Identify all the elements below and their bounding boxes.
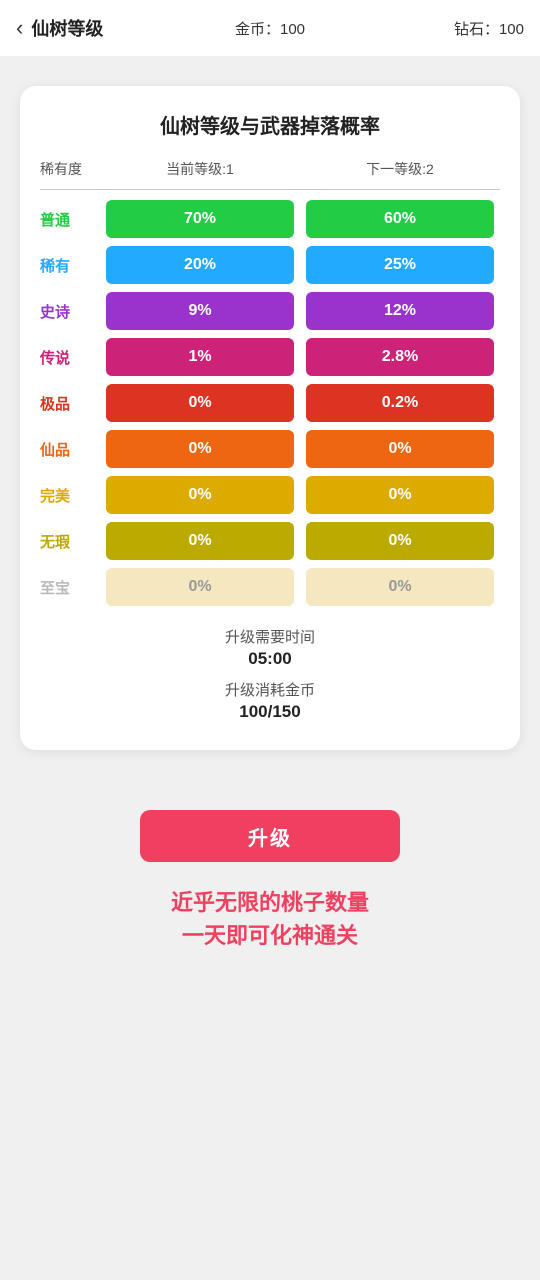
promo-line1: 近乎无限的桃子数量 xyxy=(171,886,369,919)
table-header: 稀有度 当前等级:1 下一等级:2 xyxy=(40,159,500,179)
next-bar-cell: 60% xyxy=(300,200,500,238)
table-row: 至宝 0% 0% xyxy=(40,568,500,606)
col-current-header: 当前等级:1 xyxy=(100,159,300,179)
current-bar-cell: 0% xyxy=(100,522,300,560)
next-bar: 0.2% xyxy=(306,384,494,422)
col-next-header: 下一等级:2 xyxy=(300,159,500,179)
upgrade-button[interactable]: 升级 xyxy=(140,810,400,862)
next-bar: 2.8% xyxy=(306,338,494,376)
col-rarity-header: 稀有度 xyxy=(40,159,100,179)
table-row: 传说 1% 2.8% xyxy=(40,338,500,376)
table-row: 普通 70% 60% xyxy=(40,200,500,238)
upgrade-cost-label: 升级消耗金币 xyxy=(40,679,500,700)
next-bar-cell: 0% xyxy=(300,430,500,468)
table-row: 史诗 9% 12% xyxy=(40,292,500,330)
table-row: 稀有 20% 25% xyxy=(40,246,500,284)
current-bar: 1% xyxy=(106,338,294,376)
coins-display: 金币：100 xyxy=(235,18,305,39)
current-bar: 0% xyxy=(106,384,294,422)
table-body: 普通 70% 60% 稀有 20% 25% 史诗 9% 12% 传说 1% 2.8% 极品 0% 0.2% 仙… xyxy=(40,200,500,606)
rarity-label: 仙品 xyxy=(40,439,100,460)
table-row: 仙品 0% 0% xyxy=(40,430,500,468)
current-bar-cell: 20% xyxy=(100,246,300,284)
current-bar: 0% xyxy=(106,476,294,514)
rarity-label: 至宝 xyxy=(40,577,100,598)
table-row: 无瑕 0% 0% xyxy=(40,522,500,560)
info-card: 仙树等级与武器掉落概率 稀有度 当前等级:1 下一等级:2 普通 70% 60% 稀有… xyxy=(20,86,520,750)
bottom-area: 升级 近乎无限的桃子数量 一天即可化神通关 xyxy=(0,770,540,972)
current-bar: 9% xyxy=(106,292,294,330)
current-bar: 70% xyxy=(106,200,294,238)
next-bar-cell: 12% xyxy=(300,292,500,330)
next-bar: 25% xyxy=(306,246,494,284)
next-bar-cell: 0% xyxy=(300,568,500,606)
upgrade-cost-value: 100/150 xyxy=(40,702,500,722)
card-title: 仙树等级与武器掉落概率 xyxy=(40,110,500,139)
current-bar-cell: 1% xyxy=(100,338,300,376)
rarity-label: 极品 xyxy=(40,393,100,414)
next-bar-cell: 0.2% xyxy=(300,384,500,422)
rarity-label: 稀有 xyxy=(40,255,100,276)
next-bar: 0% xyxy=(306,522,494,560)
next-bar: 0% xyxy=(306,430,494,468)
upgrade-info: 升级需要时间 05:00 升级消耗金币 100/150 xyxy=(40,626,500,722)
rarity-label: 无瑕 xyxy=(40,531,100,552)
current-bar-cell: 9% xyxy=(100,292,300,330)
table-row: 完美 0% 0% xyxy=(40,476,500,514)
next-bar: 0% xyxy=(306,476,494,514)
current-bar-cell: 0% xyxy=(100,476,300,514)
diamonds-display: 钻石：100 xyxy=(454,18,524,39)
rarity-label: 普通 xyxy=(40,209,100,230)
current-bar-cell: 0% xyxy=(100,568,300,606)
next-bar: 0% xyxy=(306,568,494,606)
upgrade-time-label: 升级需要时间 xyxy=(40,626,500,647)
current-bar: 0% xyxy=(106,522,294,560)
next-bar: 60% xyxy=(306,200,494,238)
rarity-label: 史诗 xyxy=(40,301,100,322)
current-bar-cell: 70% xyxy=(100,200,300,238)
rarity-label: 传说 xyxy=(40,347,100,368)
upgrade-time-value: 05:00 xyxy=(40,649,500,669)
promo-line2: 一天即可化神通关 xyxy=(171,919,369,952)
current-bar: 0% xyxy=(106,430,294,468)
rarity-label: 完美 xyxy=(40,485,100,506)
current-bar-cell: 0% xyxy=(100,430,300,468)
current-bar: 20% xyxy=(106,246,294,284)
back-button[interactable]: ‹ xyxy=(16,15,23,41)
table-row: 极品 0% 0.2% xyxy=(40,384,500,422)
promo-text: 近乎无限的桃子数量 一天即可化神通关 xyxy=(171,886,369,952)
page-title: 仙树等级 xyxy=(31,15,103,41)
header: ‹ 仙树等级 金币：100 钻石：100 xyxy=(0,0,540,56)
next-bar-cell: 2.8% xyxy=(300,338,500,376)
table-divider xyxy=(40,189,500,190)
main-content: 仙树等级与武器掉落概率 稀有度 当前等级:1 下一等级:2 普通 70% 60% 稀有… xyxy=(0,56,540,770)
current-bar: 0% xyxy=(106,568,294,606)
next-bar-cell: 0% xyxy=(300,522,500,560)
current-bar-cell: 0% xyxy=(100,384,300,422)
next-bar-cell: 25% xyxy=(300,246,500,284)
next-bar-cell: 0% xyxy=(300,476,500,514)
next-bar: 12% xyxy=(306,292,494,330)
